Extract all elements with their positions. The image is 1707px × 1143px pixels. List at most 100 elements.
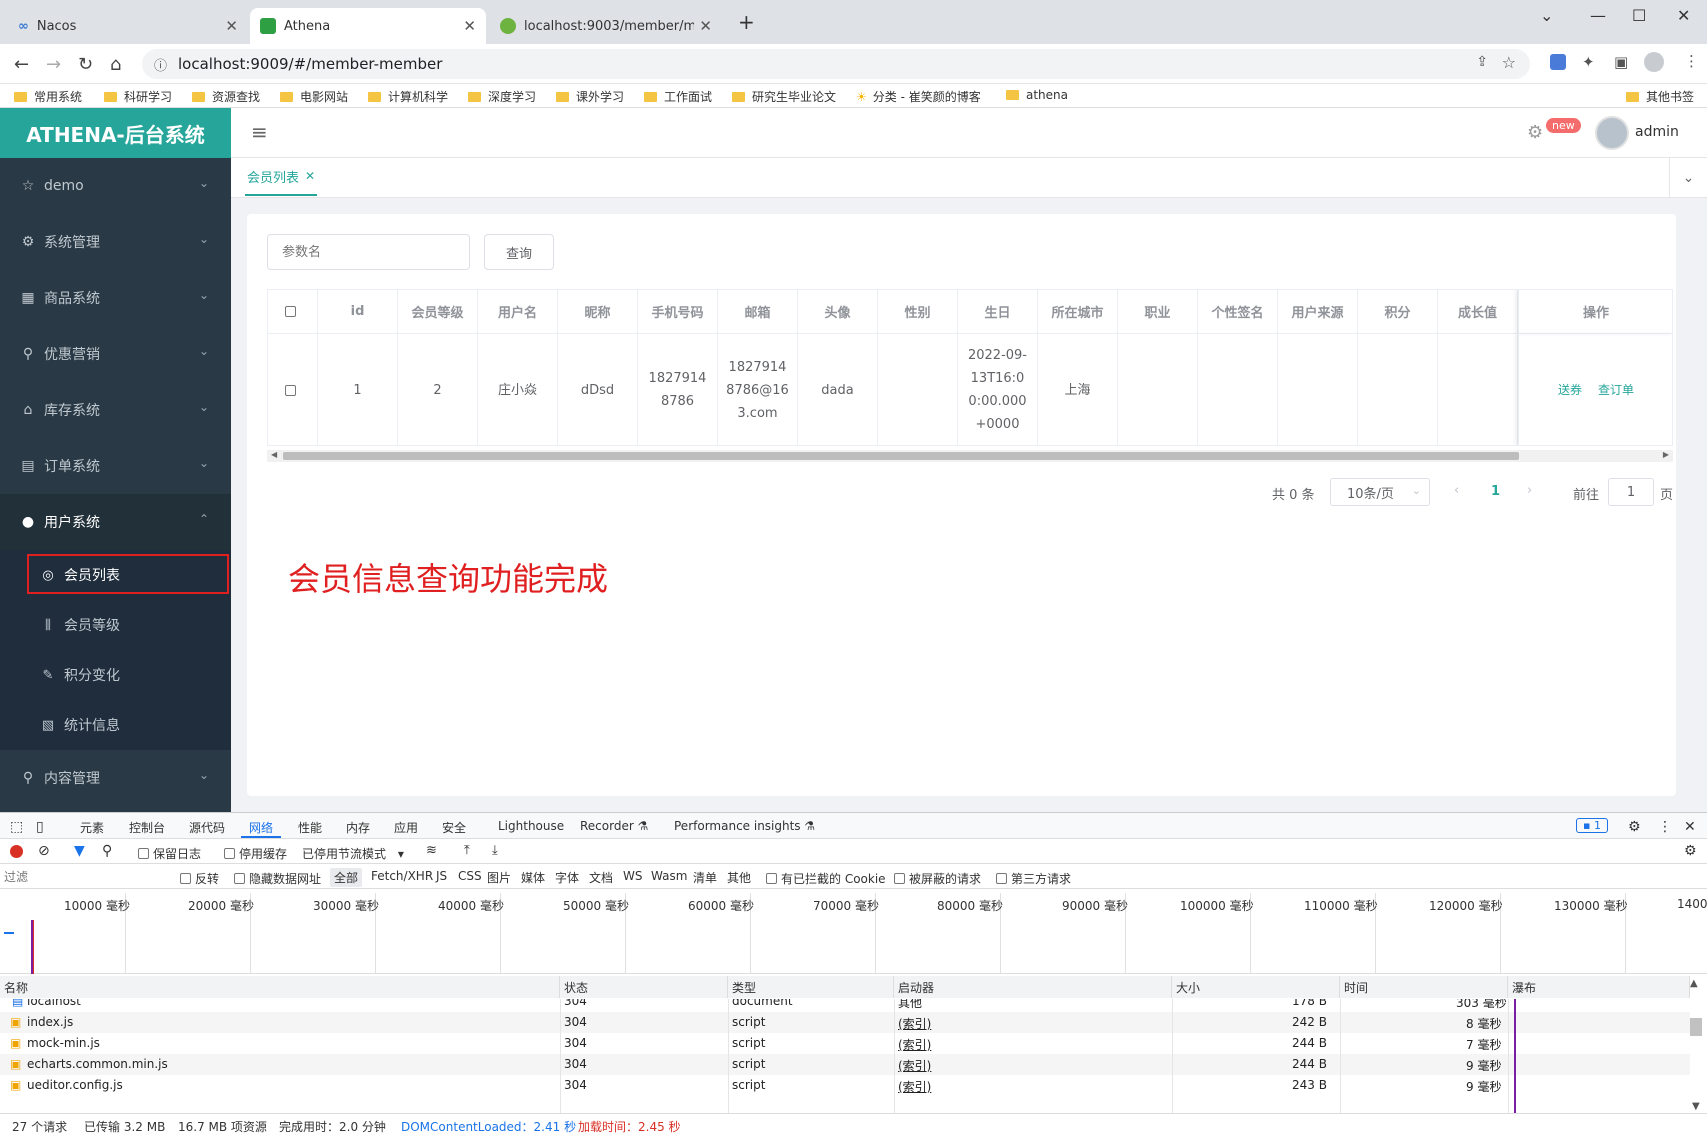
devtools-tab-recorder[interactable]: Recorder ⚗ [580,819,648,833]
goto-page-input[interactable]: 1 [1608,478,1654,506]
record-icon[interactable] [10,845,23,858]
filter-type-other[interactable]: 其他 [727,869,751,886]
devtools-tab-security[interactable]: 安全 [442,819,466,836]
network-row[interactable]: ▣ mock-min.js 304 script (索引) 244 B 7 毫秒 [0,1033,1690,1054]
browser-tab-athena[interactable]: Athena ✕ [250,8,486,44]
devtools-tab-elements[interactable]: 元素 [80,819,104,836]
reload-icon[interactable]: ↻ [78,54,93,75]
request-initiator[interactable]: (索引) [898,1015,931,1032]
menu-content[interactable]: ⚲ 内容管理 ⌄ [0,750,231,806]
devtools-tab-network[interactable]: 网络 [249,819,273,836]
filter-type-manifest[interactable]: 清单 [693,869,717,886]
scroll-down-icon[interactable]: ▼ [1692,1101,1700,1112]
translate-icon[interactable] [1550,54,1566,70]
submenu-stats[interactable]: ▧ 统计信息 [0,700,231,750]
request-initiator[interactable]: (索引) [898,1078,931,1095]
menu-inventory[interactable]: ⌂ 库存系统 ⌄ [0,382,231,438]
table-scrollbar[interactable]: ◀ ▶ [267,450,1673,462]
filter-type-xhr[interactable]: Fetch/XHR [371,869,433,883]
import-har-icon[interactable]: ⤒ [464,843,470,858]
current-page[interactable]: 1 [1491,484,1500,499]
bookmark-folder[interactable]: 计算机科学 [368,88,448,105]
network-filter-input[interactable] [4,867,168,887]
minimize-icon[interactable]: — [1590,6,1606,25]
scroll-up-icon[interactable]: ▲ [1690,978,1698,989]
bookmark-folder[interactable]: 工作面试 [644,88,712,105]
side-panel-icon[interactable]: ▣ [1614,53,1628,71]
hide-data-urls-checkbox[interactable]: 隐藏数据网址 [234,870,321,887]
network-conditions-icon[interactable]: ≋ [426,843,437,858]
prev-page-icon[interactable]: ‹ [1454,483,1459,498]
close-tab-icon[interactable]: ✕ [225,17,238,35]
username[interactable]: admin [1635,124,1679,140]
scroll-thumb[interactable] [283,452,1519,460]
bookmark-folder[interactable]: athena [1006,88,1068,102]
row-checkbox[interactable] [285,384,296,396]
menu-demo[interactable]: ☆ demo ⌄ [0,158,231,214]
menu-user[interactable]: ● 用户系统 ⌃ [0,494,231,550]
filter-icon[interactable]: ▼ [74,843,85,859]
col-size[interactable]: 大小 [1172,976,1340,998]
filter-type-wasm[interactable]: Wasm [651,869,687,883]
devtools-more-icon[interactable]: ⋮ [1658,819,1672,835]
third-party-checkbox[interactable]: 第三方请求 [996,870,1071,887]
url-input[interactable]: ⓘ localhost:9009/#/member-member ⇪ ☆ [142,49,1530,79]
devtools-tab-lighthouse[interactable]: Lighthouse [498,819,564,833]
filter-type-img[interactable]: 图片 [487,869,511,886]
next-page-icon[interactable]: › [1527,483,1532,498]
throttle-select[interactable]: 已停用节流模式 ▾ [302,845,404,862]
clear-icon[interactable]: ⊘ [38,843,50,859]
page-size-select[interactable]: 10条/页 ⌄ [1330,478,1430,506]
bookmark-folder[interactable]: 课外学习 [556,88,624,105]
bookmark-folder[interactable]: 资源查找 [192,88,260,105]
col-type[interactable]: 类型 [728,976,894,998]
submenu-member-level[interactable]: ⫼ 会员等级 [0,600,231,650]
browser-tab-localhost[interactable]: localhost:9003/member/meml ✕ [490,8,722,44]
disable-cache-checkbox[interactable]: 停用缓存 [224,845,287,862]
bookmark-folder[interactable]: 科研学习 [104,88,172,105]
menu-order[interactable]: ▤ 订单系统 ⌄ [0,438,231,494]
close-tab-icon[interactable]: ✕ [463,17,476,35]
browser-menu-icon[interactable]: ⋮ [1684,52,1699,70]
preserve-log-checkbox[interactable]: 保留日志 [138,845,201,862]
filter-type-doc[interactable]: 文档 [589,869,613,886]
network-row[interactable]: ▣ ueditor.config.js 304 script (索引) 243 … [0,1075,1690,1096]
maximize-icon[interactable]: ☐ [1632,6,1646,25]
issues-badge[interactable]: ▪ 1 [1576,818,1608,833]
invert-checkbox[interactable]: 反转 [180,870,219,887]
extensions-icon[interactable]: ✦ [1582,53,1595,71]
col-initiator[interactable]: 启动器 [894,976,1172,998]
forward-icon[interactable]: → [46,54,61,75]
col-time[interactable]: 时间 [1340,976,1508,998]
param-search-input[interactable] [267,234,470,270]
filter-type-font[interactable]: 字体 [555,869,579,886]
close-window-icon[interactable]: ✕ [1677,6,1690,25]
col-status[interactable]: 状态 [560,976,728,998]
scroll-right-icon[interactable]: ▶ [1663,450,1669,459]
rows-scroll-thumb[interactable] [1690,1018,1702,1036]
back-icon[interactable]: ← [14,54,29,75]
request-initiator[interactable]: (索引) [898,1057,931,1074]
share-icon[interactable]: ⇪ [1476,54,1488,70]
menu-system[interactable]: ⚙ 系统管理 ⌄ [0,214,231,270]
filter-type-all[interactable]: 全部 [330,868,363,887]
submenu-points[interactable]: ✎ 积分变化 [0,650,231,700]
bookmark-folder[interactable]: 常用系统 [14,88,82,105]
view-orders-link[interactable]: 查订单 [1598,379,1634,402]
devtools-tab-sources[interactable]: 源代码 [189,819,225,836]
blocked-requests-checkbox[interactable]: 被屏蔽的请求 [894,870,981,887]
export-har-icon[interactable]: ⤓ [492,843,498,858]
bookmark-folder[interactable]: 电影网站 [280,88,348,105]
menu-product[interactable]: ▦ 商品系统 ⌄ [0,270,231,326]
tab-search-chevron-icon[interactable]: ⌄ [1540,6,1553,25]
profile-avatar-icon[interactable] [1644,52,1664,72]
devtools-close-icon[interactable]: ✕ [1684,819,1696,835]
avatar[interactable] [1595,116,1629,150]
browser-tab-nacos[interactable]: ∞ Nacos ✕ [8,8,248,44]
filter-type-js[interactable]: JS [436,869,447,883]
close-tag-icon[interactable]: ✕ [305,169,315,183]
submenu-member-list[interactable]: ◎ 会员列表 [0,550,231,600]
request-initiator[interactable]: (索引) [898,1036,931,1053]
devtools-tab-performance[interactable]: 性能 [298,819,322,836]
search-icon[interactable]: ⚲ [102,843,112,859]
